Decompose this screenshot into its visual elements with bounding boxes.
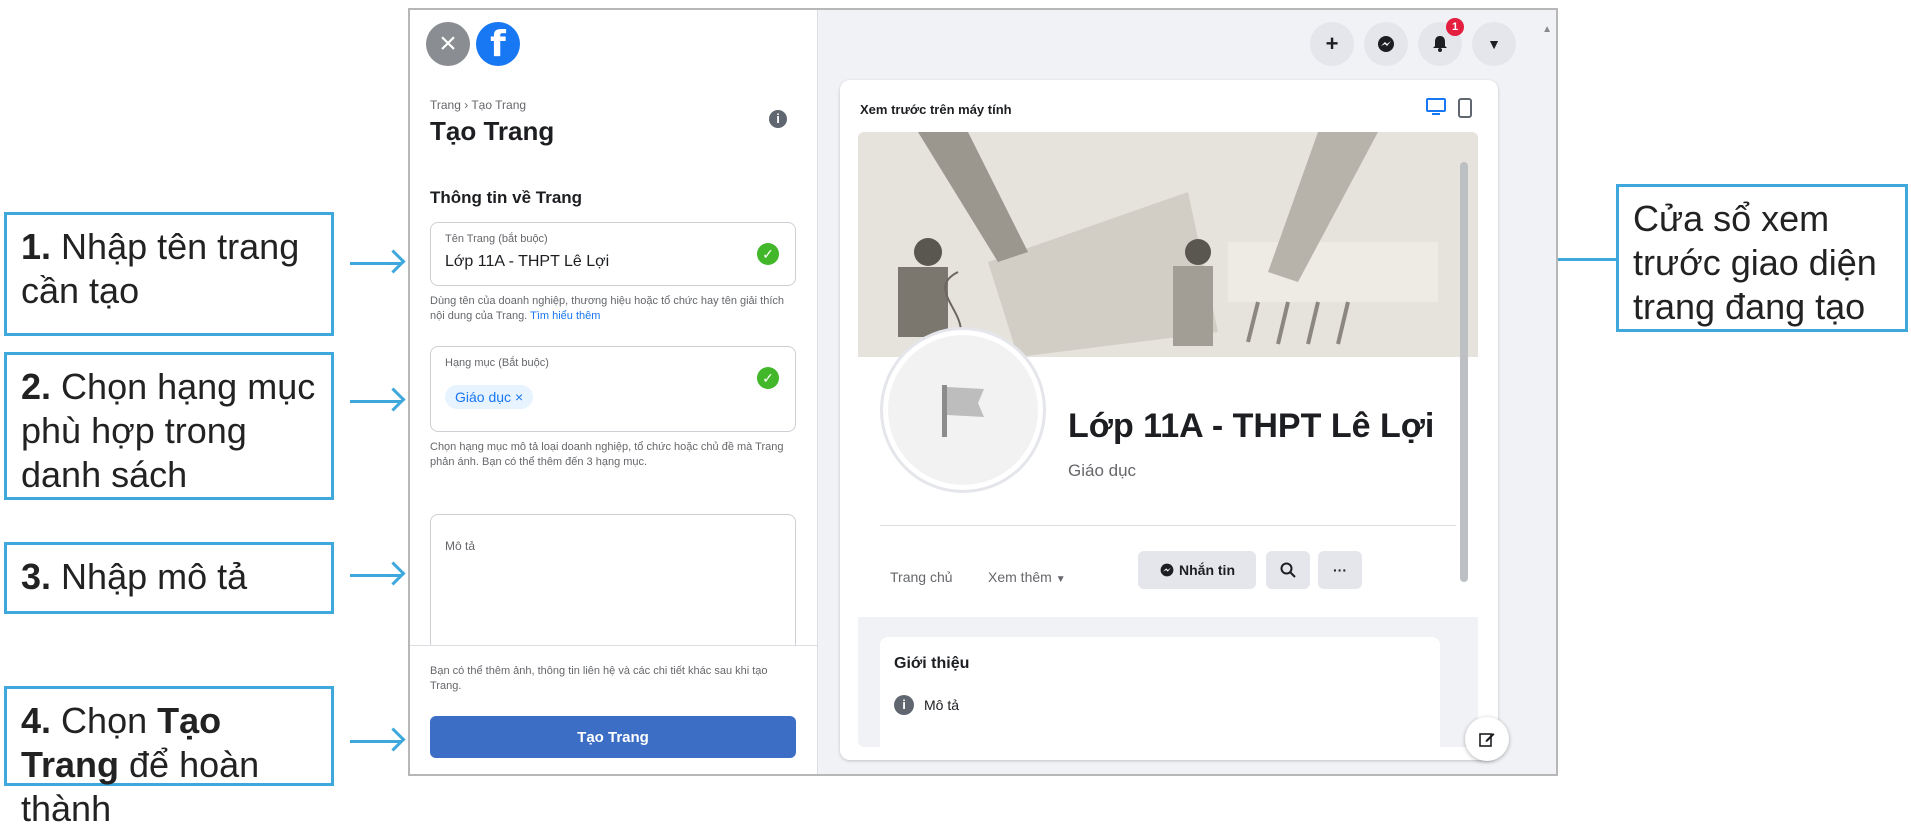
arrow-right-icon xyxy=(350,400,402,403)
arrow-right-icon xyxy=(350,574,402,577)
helper-text: Dùng tên của doanh nghiệp, thương hiệu h… xyxy=(430,295,785,322)
callout-enter-page-name: 1. Nhập tên trang cần tạo xyxy=(4,212,334,336)
more-options-button[interactable]: ··· xyxy=(1318,551,1362,589)
scroll-up-icon[interactable]: ▲ xyxy=(1542,24,1552,35)
search-icon xyxy=(1280,562,1296,578)
callout-text: Cửa sổ xem trước giao diện trang đang tạ… xyxy=(1633,198,1877,327)
preview-scrollbar[interactable] xyxy=(1458,142,1470,602)
breadcrumb[interactable]: Trang › Tạo Trang xyxy=(430,98,526,112)
search-button[interactable] xyxy=(1266,551,1310,589)
callout-text: Chọn xyxy=(61,700,148,741)
callout-choose-category: 2. Chọn hạng mục phù hợp trong danh sách xyxy=(4,352,334,500)
arrow-right-icon xyxy=(350,262,402,265)
callout-text: Chọn hạng mục phù hợp trong danh sách xyxy=(21,366,316,495)
field-label: Tên Trang (bắt buộc) xyxy=(445,233,548,245)
checkmark-icon: ✓ xyxy=(757,367,779,389)
page-name-helper: Dùng tên của doanh nghiệp, thương hiệu h… xyxy=(430,294,796,324)
flag-icon xyxy=(888,335,1038,485)
create-page-button[interactable]: Tạo Trang xyxy=(430,716,796,758)
about-card: Giới thiệu i Mô tả xyxy=(880,637,1440,747)
page-preview: Lớp 11A - THPT Lê Lợi Giáo dục Trang chủ… xyxy=(858,132,1478,747)
field-value: Lớp 11A - THPT Lê Lợi xyxy=(445,253,610,270)
messenger-icon xyxy=(1160,563,1174,577)
description-placeholder: Mô tả xyxy=(445,539,476,553)
tab-home[interactable]: Trang chủ xyxy=(890,569,953,585)
avatar[interactable] xyxy=(880,327,1046,493)
desktop-icon[interactable] xyxy=(1426,98,1446,121)
divider xyxy=(880,525,1456,526)
tab-more-label: Xem thêm xyxy=(988,569,1052,585)
category-helper: Chọn hạng mục mô tả loại doanh nghiệp, t… xyxy=(430,441,784,468)
callout-number: 2. xyxy=(21,366,52,407)
close-icon[interactable]: × xyxy=(426,22,470,66)
description-textarea[interactable]: Mô tả xyxy=(430,514,796,664)
plus-icon[interactable]: + xyxy=(1310,22,1354,66)
callout-click-create: 4. Chọn Tạo Trang để hoàn thành xyxy=(4,686,334,829)
chip-label: Giáo dục xyxy=(455,389,512,405)
page-category: Giáo dục xyxy=(1068,461,1137,480)
callout-preview-window: Cửa sổ xem trước giao diện trang đang tạ… xyxy=(1616,184,1908,332)
callout-number: 3. xyxy=(21,556,52,597)
more-icon: ··· xyxy=(1333,562,1347,578)
about-description-row: i Mô tả xyxy=(894,695,959,715)
category-chip[interactable]: Giáo dục × xyxy=(445,385,534,409)
facebook-create-page-window: × f Trang › Tạo Trang Tạo Trang i Thông … xyxy=(408,8,1558,776)
callout-number: 1. xyxy=(21,226,52,267)
remove-chip-icon[interactable]: × xyxy=(515,389,523,405)
preview-title: Xem trước trên máy tính xyxy=(860,102,1012,117)
create-page-sidebar: × f Trang › Tạo Trang Tạo Trang i Thông … xyxy=(410,10,818,774)
section-title: Thông tin về Trang xyxy=(430,188,583,207)
messenger-icon[interactable] xyxy=(1364,22,1408,66)
footer-note: Bạn có thể thêm ảnh, thông tin liên hệ v… xyxy=(430,665,768,692)
callout-enter-description: 3. Nhập mô tả xyxy=(4,542,334,614)
info-icon[interactable]: i xyxy=(769,110,787,128)
message-button[interactable]: Nhắn tin xyxy=(1138,551,1256,589)
notification-badge: 1 xyxy=(1446,18,1464,36)
callout-text: Nhập tên trang cần tạo xyxy=(21,226,300,311)
category-field[interactable]: Hạng mục (Bắt buộc) Giáo dục × ✓ xyxy=(430,346,796,432)
caret-down-icon: ▼ xyxy=(1055,574,1066,585)
callout-text: Nhập mô tả xyxy=(61,556,248,597)
notification-bell-icon[interactable]: 1 xyxy=(1418,18,1464,66)
callout-number: 4. xyxy=(21,700,52,741)
page-name-field[interactable]: Tên Trang (bắt buộc) Lớp 11A - THPT Lê L… xyxy=(430,222,796,286)
sidebar-footer: Bạn có thể thêm ảnh, thông tin liên hệ v… xyxy=(410,645,817,774)
tab-more[interactable]: Xem thêm ▼ xyxy=(988,569,1066,585)
field-label: Hạng mục (Bắt buộc) xyxy=(445,357,549,369)
desktop-preview-panel: Xem trước trên máy tính Lớp 11A - THPT L… xyxy=(840,80,1498,760)
cover-photo xyxy=(858,132,1478,357)
page-title: Tạo Trang xyxy=(430,116,555,146)
arrow-right-icon xyxy=(350,740,402,743)
message-button-label: Nhắn tin xyxy=(1179,562,1235,578)
checkmark-icon: ✓ xyxy=(757,243,779,265)
chevron-down-icon[interactable]: ▼ xyxy=(1472,22,1516,66)
about-description: Mô tả xyxy=(924,697,960,713)
profile-header: Lớp 11A - THPT Lê Lợi Giáo dục Trang chủ… xyxy=(858,327,1478,617)
mobile-icon[interactable] xyxy=(1458,98,1472,123)
info-icon: i xyxy=(894,695,914,715)
facebook-logo-icon[interactable]: f xyxy=(476,22,520,66)
learn-more-link[interactable]: Tìm hiểu thêm xyxy=(530,310,600,322)
about-title: Giới thiệu xyxy=(894,655,970,672)
edit-icon[interactable] xyxy=(1465,717,1509,761)
page-name: Lớp 11A - THPT Lê Lợi xyxy=(1068,407,1435,445)
